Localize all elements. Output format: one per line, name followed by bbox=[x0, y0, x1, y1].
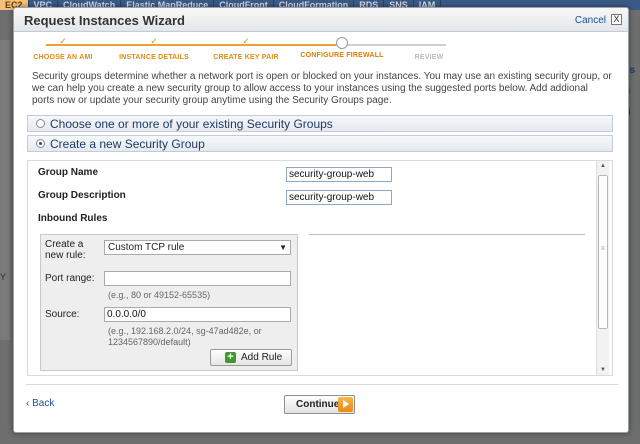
step-create-key-pair: ✓ CREATE KEY PAIR bbox=[206, 36, 286, 61]
section-create-group[interactable]: Create a new Security Group bbox=[27, 135, 613, 152]
group-description-input[interactable] bbox=[286, 190, 392, 205]
background-left-panel bbox=[0, 40, 10, 340]
close-icon[interactable]: X bbox=[611, 14, 622, 25]
step-instance-details: ✓ INSTANCE DETAILS bbox=[114, 36, 194, 61]
step-label: CHOOSE AN AMI bbox=[33, 54, 93, 61]
wizard-steps: ✓ CHOOSE AN AMI ✓ INSTANCE DETAILS ✓ CRE… bbox=[26, 36, 446, 66]
section-existing-groups[interactable]: Choose one or more of your existing Secu… bbox=[27, 115, 613, 132]
rule-type-select[interactable]: Custom TCP rule ▼ bbox=[104, 240, 291, 255]
request-instances-dialog: Request Instances Wizard Cancel X ✓ CHOO… bbox=[13, 7, 629, 433]
group-name-input[interactable] bbox=[286, 167, 392, 182]
port-range-input[interactable] bbox=[104, 271, 291, 286]
check-icon: ✓ bbox=[242, 36, 250, 46]
background-left-text: Y bbox=[0, 272, 7, 282]
source-label: Source: bbox=[45, 309, 80, 320]
continue-button[interactable]: Continue bbox=[284, 395, 355, 414]
back-link[interactable]: ‹ Back bbox=[26, 398, 54, 409]
scroll-up-icon[interactable]: ▲ bbox=[597, 161, 609, 171]
security-group-description: Security groups determine whether a netw… bbox=[32, 71, 612, 106]
section-label: Choose one or more of your existing Secu… bbox=[50, 117, 333, 131]
scroll-down-icon[interactable]: ▼ bbox=[597, 365, 609, 375]
create-rule-label-line2: new rule: bbox=[45, 250, 86, 261]
grip-icon: ≡ bbox=[601, 246, 605, 252]
source-input[interactable] bbox=[104, 307, 291, 322]
current-step-indicator-icon bbox=[336, 37, 348, 49]
step-label: INSTANCE DETAILS bbox=[119, 54, 189, 61]
rule-type-value: Custom TCP rule bbox=[108, 242, 185, 253]
plus-icon: + bbox=[225, 352, 236, 363]
group-name-label: Group Name bbox=[38, 167, 99, 178]
new-rule-panel: Create a new rule: Custom TCP rule ▼ Por… bbox=[40, 234, 298, 371]
create-group-radio[interactable] bbox=[36, 139, 45, 148]
cancel-link[interactable]: Cancel bbox=[575, 15, 606, 26]
step-choose-ami: ✓ CHOOSE AN AMI bbox=[28, 36, 98, 61]
dialog-title: Request Instances Wizard bbox=[24, 13, 185, 28]
dropdown-arrow-icon: ▼ bbox=[279, 243, 287, 252]
step-review: REVIEW bbox=[404, 36, 454, 61]
port-range-hint: (e.g., 80 or 49152-65535) bbox=[108, 290, 211, 300]
inbound-rules-label: Inbound Rules bbox=[38, 213, 108, 224]
step-configure-firewall: CONFIGURE FIREWALL bbox=[296, 36, 388, 59]
arrow-right-icon bbox=[338, 397, 353, 412]
port-range-label: Port range: bbox=[45, 273, 95, 284]
dialog-header: Request Instances Wizard Cancel X bbox=[14, 8, 628, 32]
group-description-label: Group Description bbox=[38, 190, 126, 201]
continue-label: Continue bbox=[296, 399, 340, 410]
form-scrollbar[interactable]: ▲ ≡ ▼ bbox=[596, 161, 609, 375]
rules-table-divider bbox=[309, 234, 585, 235]
step-label: CONFIGURE FIREWALL bbox=[300, 52, 384, 59]
existing-groups-radio[interactable] bbox=[36, 119, 45, 128]
add-rule-button[interactable]: + Add Rule bbox=[210, 349, 292, 366]
check-icon: ✓ bbox=[59, 36, 67, 46]
source-hint-line1: (e.g., 192.168.2.0/24, sg-47ad482e, or bbox=[108, 326, 262, 336]
check-icon: ✓ bbox=[150, 36, 158, 46]
step-label: CREATE KEY PAIR bbox=[213, 54, 279, 61]
source-hint-line2: 1234567890/default) bbox=[108, 337, 191, 347]
footer-divider bbox=[26, 384, 618, 385]
add-rule-label: Add Rule bbox=[241, 352, 283, 363]
step-label: REVIEW bbox=[414, 54, 444, 61]
create-rule-label-line1: Create a bbox=[45, 239, 84, 250]
section-label: Create a new Security Group bbox=[50, 137, 205, 151]
create-group-form: Group Name Group Description Inbound Rul… bbox=[27, 160, 613, 376]
scrollbar-thumb[interactable]: ≡ bbox=[598, 175, 608, 329]
